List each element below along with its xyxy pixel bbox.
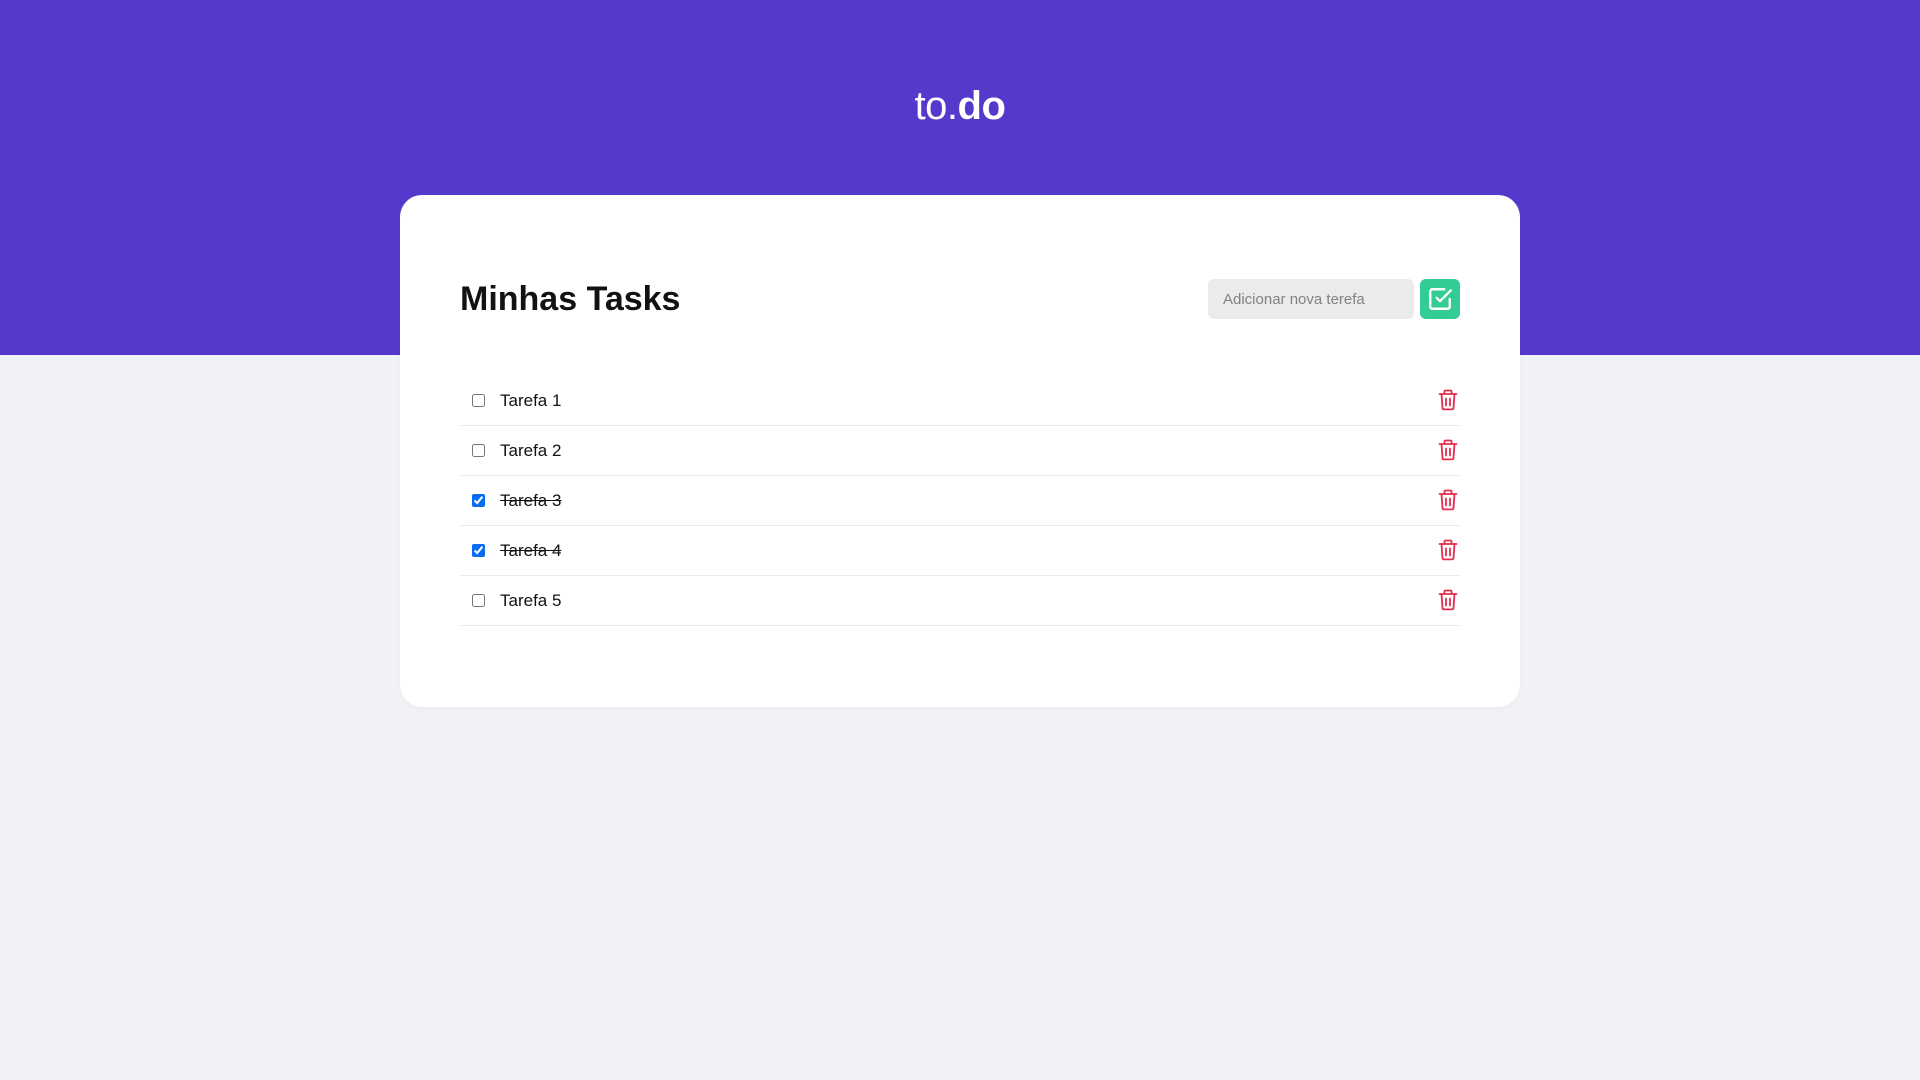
- check-square-icon: [1427, 286, 1453, 312]
- task-card-header: Minhas Tasks: [460, 279, 1460, 319]
- logo-light-text: to.: [914, 84, 958, 128]
- task-label: Tarefa 3: [500, 490, 562, 510]
- page-title: Minhas Tasks: [460, 280, 681, 318]
- delete-task-button[interactable]: [1436, 488, 1460, 512]
- task-label: Tarefa 2: [500, 440, 562, 460]
- task-checkbox[interactable]: [472, 494, 485, 507]
- trash-icon: [1438, 389, 1458, 411]
- task-checkbox[interactable]: [472, 394, 485, 407]
- task-label: Tarefa 4: [500, 540, 562, 560]
- task-item: Tarefa 4: [460, 526, 1460, 576]
- app-logo: to.do: [0, 80, 1920, 132]
- trash-icon: [1438, 539, 1458, 561]
- add-task-form: [1208, 279, 1460, 319]
- task-checkbox[interactable]: [472, 444, 485, 457]
- task-checkbox[interactable]: [472, 594, 485, 607]
- task-checkbox[interactable]: [472, 544, 485, 557]
- delete-task-button[interactable]: [1436, 388, 1460, 412]
- task-card: Minhas Tasks Tarefa 1: [400, 195, 1520, 707]
- new-task-input[interactable]: [1208, 279, 1414, 319]
- trash-icon: [1438, 489, 1458, 511]
- task-item: Tarefa 3: [460, 476, 1460, 526]
- task-item: Tarefa 1: [460, 376, 1460, 426]
- delete-task-button[interactable]: [1436, 438, 1460, 462]
- add-task-button[interactable]: [1420, 279, 1460, 319]
- trash-icon: [1438, 589, 1458, 611]
- task-list: Tarefa 1 Tarefa 2 Tarefa 3 Tarefa 4 Tare…: [460, 376, 1460, 626]
- logo-bold-text: do: [957, 84, 1006, 128]
- delete-task-button[interactable]: [1436, 588, 1460, 612]
- delete-task-button[interactable]: [1436, 538, 1460, 562]
- task-label: Tarefa 1: [500, 390, 562, 410]
- trash-icon: [1438, 439, 1458, 461]
- task-item: Tarefa 2: [460, 426, 1460, 476]
- task-item: Tarefa 5: [460, 576, 1460, 626]
- task-label: Tarefa 5: [500, 590, 562, 610]
